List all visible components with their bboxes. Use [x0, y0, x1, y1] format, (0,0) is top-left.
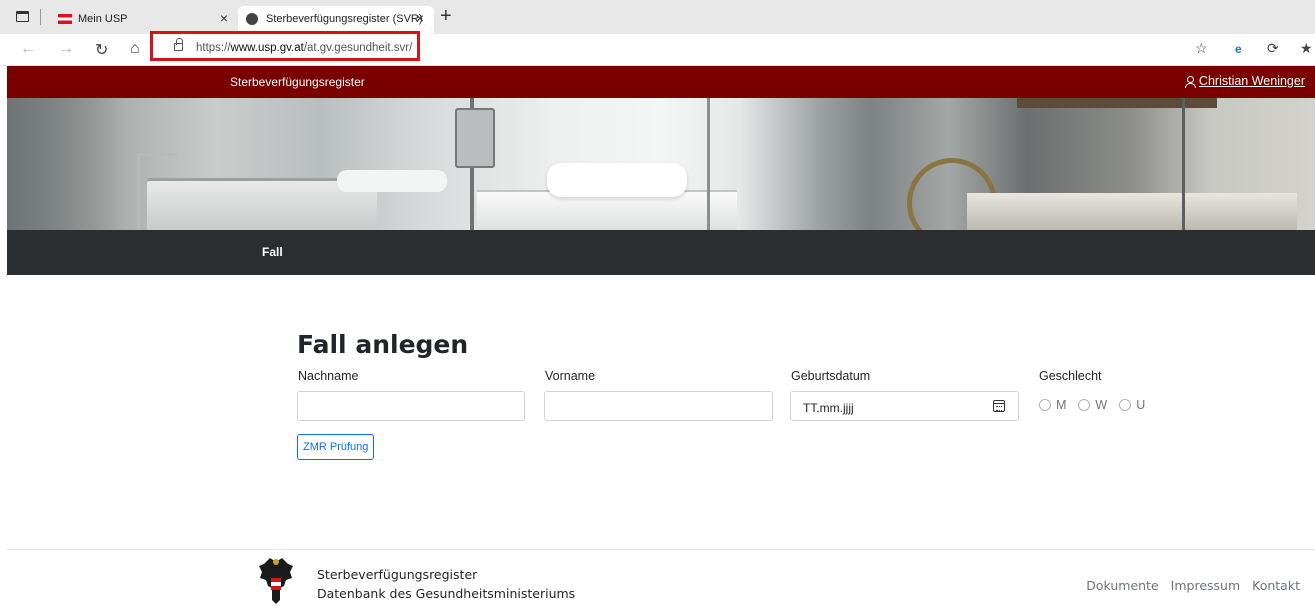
back-arrow-icon[interactable]: ←	[20, 40, 36, 58]
window-icon[interactable]	[16, 11, 29, 22]
geburtsdatum-input[interactable]: TT.mm.jjjj	[790, 391, 1019, 421]
geburtsdatum-label: Geburtsdatum	[791, 369, 871, 383]
tab-label: Mein USP	[78, 13, 128, 25]
eagle-favicon-icon	[246, 13, 258, 25]
footer-links: Dokumente Impressum Kontakt	[1086, 578, 1300, 593]
close-icon[interactable]: ×	[220, 10, 228, 26]
radio-label: W	[1095, 398, 1108, 412]
footer-link-impressum[interactable]: Impressum	[1171, 578, 1240, 593]
radio-m[interactable]: M	[1039, 398, 1066, 412]
zmr-pruefung-button[interactable]: ZMR Prüfung	[297, 434, 375, 460]
footer-link-dokumente[interactable]: Dokumente	[1086, 578, 1158, 593]
radio-u[interactable]: U	[1119, 398, 1145, 412]
collections-icon[interactable]: ⟳	[1267, 40, 1279, 57]
vorname-input[interactable]	[544, 391, 773, 421]
footer-link-kontakt[interactable]: Kontakt	[1252, 578, 1300, 593]
favorites-add-icon[interactable]: ☆	[1195, 40, 1208, 57]
footer-title: Sterbeverfügungsregister	[317, 567, 478, 582]
tab-label: Sterbeverfügungsregister (SVR)	[266, 13, 423, 25]
footer-subtitle: Datenbank des Gesundheitsministeriums	[317, 586, 576, 601]
radio-circle[interactable]	[1078, 399, 1091, 411]
site-header: Sterbeverfügungsregister Christian Wenin…	[7, 66, 1315, 98]
favorites-icon[interactable]: ★	[1300, 40, 1313, 57]
nachname-label: Nachname	[298, 369, 359, 383]
radio-label: U	[1136, 398, 1146, 412]
hero-image-hospital-room	[7, 98, 1315, 230]
nav-item-fall[interactable]: Fall	[262, 245, 283, 259]
calendar-icon[interactable]	[993, 400, 1005, 412]
radio-label: M	[1056, 398, 1067, 412]
user-icon	[1184, 75, 1196, 88]
user-profile-link[interactable]: Christian Weninger	[1184, 74, 1305, 88]
close-icon[interactable]: ×	[416, 10, 424, 26]
browser-tab-mein-usp[interactable]: Mein USP ×	[50, 6, 238, 34]
new-tab-button[interactable]: +	[440, 5, 452, 28]
geschlecht-label: Geschlecht	[1039, 369, 1102, 383]
forward-arrow-icon[interactable]: →	[58, 40, 74, 58]
url-highlight-box	[150, 31, 420, 61]
footer-divider	[7, 549, 1315, 550]
austria-flag-icon	[58, 14, 72, 24]
tab-separator	[40, 9, 41, 25]
date-placeholder: TT.mm.jjjj	[803, 401, 854, 415]
reload-icon[interactable]: ↻	[95, 40, 108, 60]
vorname-label: Vorname	[545, 369, 596, 383]
site-title[interactable]: Sterbeverfügungsregister	[230, 75, 365, 89]
geschlecht-radio-group: M W U	[1039, 398, 1145, 412]
nachname-input[interactable]	[297, 391, 525, 421]
main-navbar: Fall	[7, 230, 1315, 275]
radio-circle[interactable]	[1039, 399, 1051, 411]
radio-circle[interactable]	[1119, 399, 1132, 411]
page-title: Fall anlegen	[297, 330, 469, 359]
home-icon[interactable]: ⌂	[130, 40, 140, 58]
user-name: Christian Weninger	[1198, 74, 1305, 88]
browser-tab-svr[interactable]: Sterbeverfügungsregister (SVR) ×	[238, 6, 434, 34]
browser-tab-bar: Mein USP × Sterbeverfügungsregister (SVR…	[0, 0, 1315, 34]
austrian-eagle-icon	[259, 558, 293, 604]
radio-w[interactable]: W	[1078, 398, 1107, 412]
extension-icon[interactable]: e	[1235, 42, 1242, 56]
